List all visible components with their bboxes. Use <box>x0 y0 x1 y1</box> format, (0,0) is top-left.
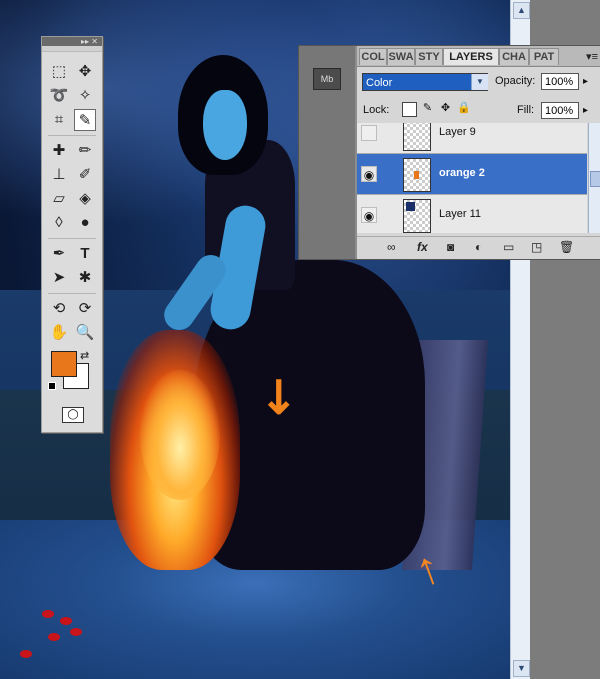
layer-row[interactable]: Layer 9 <box>357 123 587 154</box>
fx-icon[interactable]: fx <box>417 240 428 254</box>
lock-label: Lock: <box>363 104 390 116</box>
scroll-down-icon[interactable]: ▼ <box>513 660 530 677</box>
folder-icon[interactable]: ▭ <box>503 240 514 254</box>
lock-pixels-icon[interactable]: ✎ <box>421 102 434 115</box>
history-brush-tool-icon[interactable]: ✐ <box>74 164 96 186</box>
eye-icon[interactable]: ◉ <box>361 166 377 182</box>
layers-panel-footer: ∞ fx ◙ ◐ ▭ ◳ 🗑 <box>357 236 600 259</box>
lock-transparency-icon[interactable] <box>402 102 417 117</box>
mask-icon[interactable]: ◙ <box>447 240 454 254</box>
layer-name: Layer 11 <box>439 208 481 220</box>
layer-thumbnail <box>403 158 431 192</box>
scroll-thumb[interactable] <box>590 171 600 187</box>
woman-face <box>203 90 247 160</box>
layer-list: Layer 9 ◉ orange 2 ◉ Layer 11 <box>357 123 587 233</box>
zoom-tool-icon[interactable]: 🔍 <box>74 322 96 344</box>
eyedropper-tool-icon[interactable]: ✎ <box>74 109 96 131</box>
panel-menu-icon[interactable]: ▾≡ <box>586 50 598 63</box>
mini-bridge-dock: Mb <box>299 46 355 259</box>
blur-tool-icon[interactable]: ◊ <box>48 212 70 234</box>
opacity-slider-arrow-icon[interactable]: ▸ <box>583 76 588 87</box>
rose-petal <box>70 628 82 636</box>
tool-separator <box>48 238 96 239</box>
layer-name: orange 2 <box>439 167 485 179</box>
palette-grip[interactable] <box>42 46 102 52</box>
fill-slider-arrow-icon[interactable]: ▸ <box>583 105 588 116</box>
tool-separator <box>48 135 96 136</box>
rose-petal <box>20 650 32 658</box>
dodge-tool-icon[interactable]: ● <box>74 212 96 234</box>
adjustment-icon[interactable]: ◐ <box>475 240 482 254</box>
crop-tool-icon[interactable]: ⌗ <box>48 109 70 131</box>
paint-bucket-tool-icon[interactable]: ◈ <box>74 188 96 210</box>
opacity-input[interactable]: 100% <box>541 73 579 90</box>
collapse-palette-icon[interactable]: ▸▸ ✕ <box>42 37 102 46</box>
visibility-toggle[interactable] <box>361 125 377 141</box>
custom-shape-tool-icon[interactable]: ✱ <box>74 267 96 289</box>
layer-name: Layer 9 <box>439 126 476 138</box>
tool-separator <box>48 293 96 294</box>
marquee-tool-icon[interactable]: ⬚ <box>48 61 70 83</box>
rose-petal <box>48 633 60 641</box>
layers-panel-body: COL SWA STY LAYERS CHA PAT ▾≡ Color ▼ Op… <box>357 46 600 259</box>
healing-brush-tool-icon[interactable]: ✚ <box>48 140 70 162</box>
tab-color[interactable]: COL <box>359 48 387 65</box>
eye-icon[interactable]: ◉ <box>361 207 377 223</box>
3d-orbit-tool-icon[interactable]: ⟳ <box>74 298 96 320</box>
blend-mode-select[interactable]: Color <box>362 73 488 91</box>
pen-tool-icon[interactable]: ✒ <box>48 243 70 265</box>
tab-paths[interactable]: PAT <box>529 48 559 65</box>
tab-channels[interactable]: CHA <box>499 48 529 65</box>
rose-petal <box>60 617 72 625</box>
chevron-down-icon[interactable]: ▼ <box>471 74 488 90</box>
fill-label: Fill: <box>517 104 535 116</box>
hand-tool-icon[interactable]: ✋ <box>48 322 70 344</box>
tab-styles[interactable]: STY <box>415 48 443 65</box>
tab-swatches[interactable]: SWA <box>387 48 415 65</box>
layer-thumbnail <box>403 199 431 233</box>
foreground-color-swatch[interactable] <box>51 351 77 377</box>
move-tool-icon[interactable]: ✥ <box>74 61 96 83</box>
layer-list-scrollbar[interactable] <box>588 123 600 233</box>
link-icon[interactable]: ∞ <box>387 240 396 254</box>
3d-rotate-tool-icon[interactable]: ⟲ <box>48 298 70 320</box>
lock-all-icon[interactable]: 🔒 <box>457 102 471 115</box>
mini-bridge-button[interactable]: Mb <box>313 68 341 90</box>
swap-colors-icon[interactable]: ⇄ <box>80 349 89 362</box>
tab-layers[interactable]: LAYERS <box>443 48 499 65</box>
layer-row[interactable]: ◉ Layer 11 <box>357 195 587 233</box>
brush-tool-icon[interactable]: ✏ <box>74 140 96 162</box>
lock-position-icon[interactable]: ✥ <box>439 102 452 115</box>
eraser-tool-icon[interactable]: ▱ <box>48 188 70 210</box>
trash-icon[interactable]: 🗑 <box>559 240 574 254</box>
clone-stamp-tool-icon[interactable]: ⊥ <box>48 164 70 186</box>
tools-palette: ▸▸ ✕ ⬚ ✥ ➰ ✧ ⌗ ✎ ✚ ✏ ⊥ ✐ ▱ ◈ ◊ ● ✒ T ➤ ✱… <box>41 36 103 433</box>
default-colors-icon[interactable] <box>48 382 56 390</box>
rose-petal <box>42 610 54 618</box>
layer-row[interactable]: ◉ orange 2 <box>357 154 587 195</box>
panel-tab-bar: COL SWA STY LAYERS CHA PAT ▾≡ <box>357 46 600 67</box>
fill-input[interactable]: 100% <box>541 102 579 119</box>
scroll-up-icon[interactable]: ▲ <box>513 2 530 19</box>
opacity-label: Opacity: <box>495 75 536 87</box>
quick-mask-icon[interactable]: ◯ <box>62 407 84 423</box>
magic-wand-tool-icon[interactable]: ✧ <box>74 85 96 107</box>
layer-thumbnail <box>403 123 431 151</box>
path-selection-tool-icon[interactable]: ➤ <box>48 267 70 289</box>
new-layer-icon[interactable]: ◳ <box>531 240 542 254</box>
type-tool-icon[interactable]: T <box>74 243 96 265</box>
layers-panel: Mb COL SWA STY LAYERS CHA PAT ▾≡ Color ▼… <box>298 45 600 260</box>
lasso-tool-icon[interactable]: ➰ <box>48 85 70 107</box>
fire-core <box>140 370 220 500</box>
